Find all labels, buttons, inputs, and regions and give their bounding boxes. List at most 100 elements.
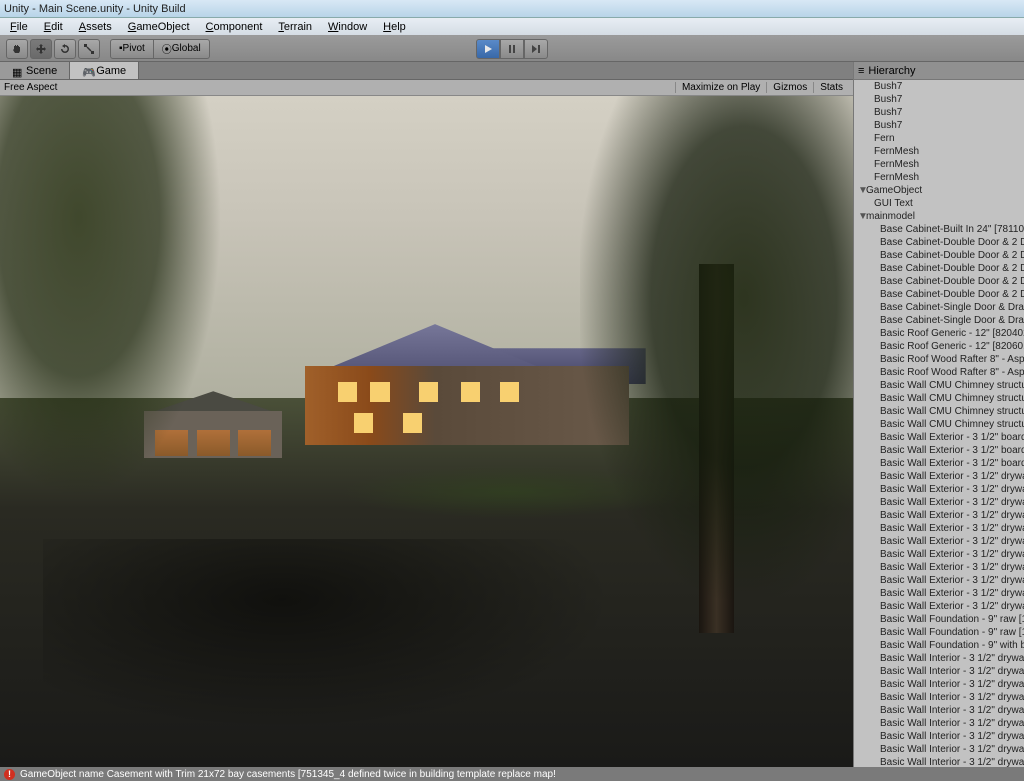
pause-button[interactable]: [500, 39, 524, 59]
hierarchy-item[interactable]: Fern: [854, 132, 1024, 145]
hierarchy-item-label: Basic Wall Interior - 3 1/2" drywall: [880, 679, 1024, 690]
scale-tool[interactable]: [78, 39, 100, 59]
gizmos-toggle[interactable]: Gizmos: [766, 82, 813, 93]
hierarchy-item-label: Basic Wall Interior - 3 1/2" drywall: [880, 705, 1024, 716]
hierarchy-item[interactable]: Basic Wall Exterior - 3 1/2" drywall: [854, 561, 1024, 574]
hierarchy-item[interactable]: Basic Wall Exterior - 3 1/2" drywall: [854, 496, 1024, 509]
hierarchy-item[interactable]: Basic Wall Interior - 3 1/2" drywall: [854, 678, 1024, 691]
stats-toggle[interactable]: Stats: [813, 82, 849, 93]
hierarchy-item-label: Bush7: [874, 94, 902, 105]
hierarchy-item-label: Basic Wall Exterior - 3 1/2" drywall: [880, 601, 1024, 612]
hierarchy-item[interactable]: Basic Wall CMU Chimney structure: [854, 379, 1024, 392]
hierarchy-item[interactable]: Basic Wall Exterior - 3 1/2" drywall: [854, 509, 1024, 522]
move-tool[interactable]: [30, 39, 52, 59]
hierarchy-item[interactable]: Basic Wall Interior - 3 1/2" drywall: [854, 756, 1024, 767]
menu-file[interactable]: File: [2, 19, 36, 35]
hierarchy-item[interactable]: Base Cabinet-Built In 24" [781102]: [854, 223, 1024, 236]
hierarchy-item[interactable]: Basic Roof Generic - 12" [820601]: [854, 340, 1024, 353]
game-viewport[interactable]: [0, 96, 853, 767]
hierarchy-item[interactable]: Basic Wall Foundation - 9" with boa: [854, 639, 1024, 652]
hierarchy-item[interactable]: Basic Wall Foundation - 9" raw [139: [854, 613, 1024, 626]
hierarchy-item[interactable]: Basic Wall Exterior - 3 1/2" drywall: [854, 535, 1024, 548]
hierarchy-item[interactable]: Basic Wall Exterior - 3 1/2" drywall: [854, 522, 1024, 535]
workspace: ▦Scene 🎮Game Free Aspect Maximize on Pla…: [0, 62, 1024, 767]
hierarchy-item[interactable]: Basic Wall Interior - 3 1/2" drywall: [854, 704, 1024, 717]
hierarchy-item[interactable]: Basic Roof Wood Rafter 8" - Asphal: [854, 353, 1024, 366]
hierarchy-item-label: Basic Wall Interior - 3 1/2" drywall: [880, 731, 1024, 742]
hierarchy-item[interactable]: Basic Wall Exterior - 3 1/2" board-: [854, 457, 1024, 470]
hierarchy-item[interactable]: Basic Roof Wood Rafter 8" - Asphal: [854, 366, 1024, 379]
menu-help[interactable]: Help: [375, 19, 414, 35]
statusbar[interactable]: ! GameObject name Casement with Trim 21x…: [0, 767, 1024, 781]
hierarchy-item[interactable]: Base Cabinet-Double Door & 2 Dra: [854, 236, 1024, 249]
hierarchy-item[interactable]: Basic Wall CMU Chimney structure: [854, 405, 1024, 418]
hierarchy-item[interactable]: Base Cabinet-Double Door & 2 Dra: [854, 249, 1024, 262]
pivot-button[interactable]: ▪ Pivot: [110, 39, 154, 59]
hierarchy-item[interactable]: Basic Wall Exterior - 3 1/2" drywall: [854, 587, 1024, 600]
hierarchy-item[interactable]: Basic Wall Interior - 3 1/2" drywall: [854, 730, 1024, 743]
tab-scene[interactable]: ▦Scene: [0, 62, 70, 79]
hierarchy-item-label: Base Cabinet-Double Door & 2 Dra: [880, 250, 1024, 261]
hierarchy-list[interactable]: Bush7Bush7Bush7Bush7FernFernMeshFernMesh…: [854, 80, 1024, 767]
step-button[interactable]: [524, 39, 548, 59]
hierarchy-item[interactable]: Basic Wall Interior - 3 1/2" drywall: [854, 665, 1024, 678]
hierarchy-item[interactable]: Basic Wall Interior - 3 1/2" drywall: [854, 652, 1024, 665]
hierarchy-item[interactable]: Basic Wall Exterior - 3 1/2" board-: [854, 431, 1024, 444]
hierarchy-item[interactable]: Basic Wall Exterior - 3 1/2" drywall: [854, 483, 1024, 496]
hierarchy-item-label: Basic Wall Interior - 3 1/2" drywall: [880, 666, 1024, 677]
hierarchy-item-label: Basic Wall Foundation - 9" raw [139: [880, 614, 1024, 625]
hierarchy-icon: ≡: [858, 65, 864, 77]
hierarchy-item-label: Basic Wall Foundation - 9" with boa: [880, 640, 1024, 651]
rotate-tool[interactable]: [54, 39, 76, 59]
hierarchy-item[interactable]: Bush7: [854, 119, 1024, 132]
hierarchy-item-label: Fern: [874, 133, 895, 144]
play-button[interactable]: [476, 39, 500, 59]
menu-terrain[interactable]: Terrain: [270, 19, 320, 35]
hierarchy-item[interactable]: Base Cabinet-Double Door & 2 Dra: [854, 275, 1024, 288]
hierarchy-item-label: Basic Wall CMU Chimney structure: [880, 393, 1024, 404]
hierarchy-item-label: Basic Wall Interior - 3 1/2" drywall: [880, 718, 1024, 729]
hierarchy-item[interactable]: Basic Wall Interior - 3 1/2" drywall: [854, 717, 1024, 730]
hierarchy-item[interactable]: Basic Roof Generic - 12" [820402]: [854, 327, 1024, 340]
menu-gameobject[interactable]: GameObject: [120, 19, 198, 35]
hierarchy-item-label: Basic Wall Exterior - 3 1/2" drywall: [880, 575, 1024, 586]
hierarchy-item[interactable]: FernMesh: [854, 145, 1024, 158]
hierarchy-item[interactable]: Basic Wall Exterior - 3 1/2" board-: [854, 444, 1024, 457]
hierarchy-item[interactable]: FernMesh: [854, 158, 1024, 171]
hierarchy-header[interactable]: ≡ Hierarchy: [854, 62, 1024, 80]
hierarchy-item-label: Basic Wall CMU Chimney structure: [880, 406, 1024, 417]
menu-component[interactable]: Component: [198, 19, 271, 35]
hierarchy-item[interactable]: GUI Text: [854, 197, 1024, 210]
hierarchy-item[interactable]: FernMesh: [854, 171, 1024, 184]
fold-icon[interactable]: ▼: [858, 210, 866, 223]
global-button[interactable]: ⦿ Global: [154, 39, 210, 59]
hierarchy-item[interactable]: Bush7: [854, 106, 1024, 119]
menu-edit[interactable]: Edit: [36, 19, 71, 35]
hierarchy-item[interactable]: Base Cabinet-Double Door & 2 Dra: [854, 288, 1024, 301]
hierarchy-item[interactable]: Basic Wall CMU Chimney structure: [854, 392, 1024, 405]
hierarchy-item[interactable]: Base Cabinet-Single Door & Drawer: [854, 301, 1024, 314]
fold-icon[interactable]: ▼: [858, 184, 866, 197]
hierarchy-item[interactable]: Basic Wall Interior - 3 1/2" drywall: [854, 743, 1024, 756]
hierarchy-item[interactable]: Basic Wall Exterior - 3 1/2" drywall: [854, 548, 1024, 561]
hand-tool[interactable]: [6, 39, 28, 59]
aspect-dropdown[interactable]: Free Aspect: [4, 82, 57, 93]
hierarchy-item[interactable]: Base Cabinet-Single Door & Drawer: [854, 314, 1024, 327]
hierarchy-item[interactable]: Basic Wall Exterior - 3 1/2" drywall: [854, 470, 1024, 483]
hierarchy-item[interactable]: Bush7: [854, 80, 1024, 93]
hierarchy-item[interactable]: Basic Wall CMU Chimney structure: [854, 418, 1024, 431]
menu-window[interactable]: Window: [320, 19, 375, 35]
menu-assets[interactable]: Assets: [71, 19, 120, 35]
hierarchy-item[interactable]: ▼GameObject: [854, 184, 1024, 197]
tab-game[interactable]: 🎮Game: [70, 62, 139, 79]
titlebar: Unity - Main Scene.unity - Unity Build: [0, 0, 1024, 18]
hierarchy-item-label: Basic Roof Generic - 12" [820402]: [880, 328, 1024, 339]
hierarchy-item[interactable]: Basic Wall Exterior - 3 1/2" drywall: [854, 574, 1024, 587]
hierarchy-item[interactable]: Basic Wall Exterior - 3 1/2" drywall: [854, 600, 1024, 613]
maximize-toggle[interactable]: Maximize on Play: [675, 82, 766, 93]
hierarchy-item[interactable]: ▼mainmodel: [854, 210, 1024, 223]
hierarchy-item[interactable]: Bush7: [854, 93, 1024, 106]
hierarchy-item[interactable]: Base Cabinet-Double Door & 2 Dra: [854, 262, 1024, 275]
hierarchy-item[interactable]: Basic Wall Foundation - 9" raw [151: [854, 626, 1024, 639]
hierarchy-item[interactable]: Basic Wall Interior - 3 1/2" drywall: [854, 691, 1024, 704]
